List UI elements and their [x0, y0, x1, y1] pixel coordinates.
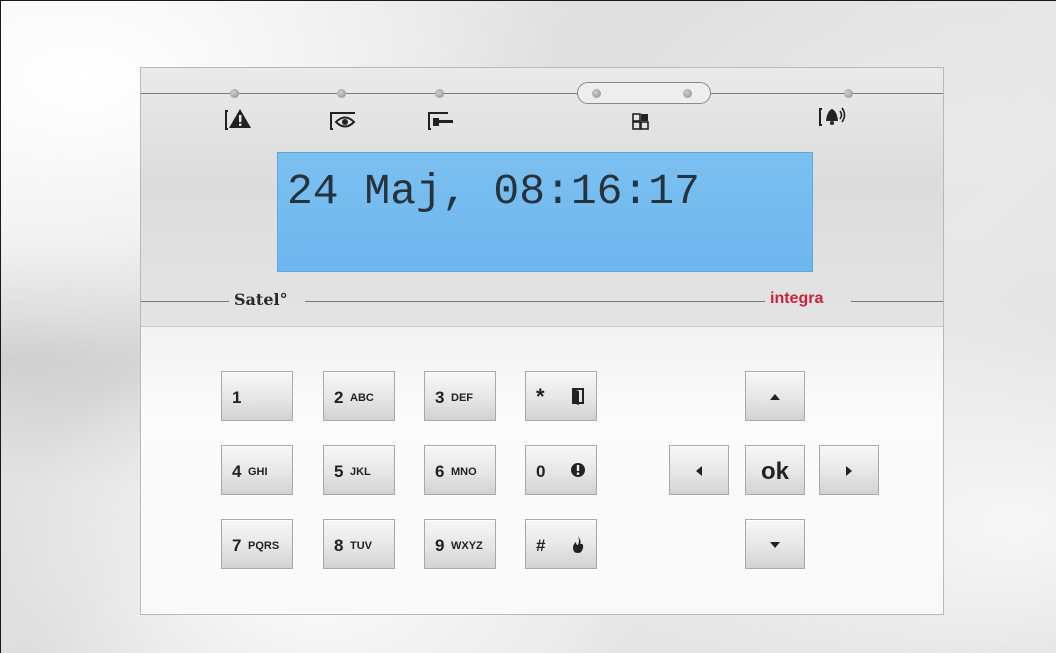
arrow-left-button[interactable]: [669, 445, 729, 495]
key-star-symbol: *: [536, 384, 545, 409]
trouble-led: [844, 89, 853, 98]
arrow-down-button[interactable]: [745, 519, 805, 569]
lcd-text: 24 Maj, 08:16:17: [287, 167, 700, 216]
fire-icon: [573, 536, 584, 553]
background: 24 Maj, 08:16:17 Satel° integra 1 2 ABC …: [0, 0, 1056, 653]
key-1[interactable]: 1: [221, 371, 293, 421]
ok-label: ok: [760, 458, 789, 485]
key-7[interactable]: 7 PQRS: [221, 519, 293, 569]
brand-rail-middle: [305, 301, 765, 302]
key-3-letters: DEF: [451, 392, 473, 404]
indicator-rail-right: [711, 93, 943, 94]
partition-led-2: [683, 89, 692, 98]
alarm-led: [230, 89, 239, 98]
key-3[interactable]: 3 DEF: [424, 371, 496, 421]
key-8[interactable]: 8 TUV: [323, 519, 395, 569]
lcd-display: 24 Maj, 08:16:17: [277, 152, 813, 272]
alert-exclamation-icon: [571, 463, 585, 477]
key-5[interactable]: 5 JKL: [323, 445, 395, 495]
brand-rail-left: [141, 301, 229, 302]
keypad-device: 24 Maj, 08:16:17 Satel° integra 1 2 ABC …: [140, 67, 944, 615]
key-0-digit: 0: [536, 462, 546, 481]
key-8-digit: 8: [334, 536, 344, 555]
key-8-letters: TUV: [350, 540, 372, 552]
partition-led-1: [592, 89, 601, 98]
key-5-digit: 5: [334, 462, 344, 481]
trouble-bell-icon: [819, 107, 846, 126]
arrow-left-icon: [696, 466, 702, 476]
indicator-rail-left: [141, 93, 577, 94]
key-hash[interactable]: #: [525, 519, 597, 569]
key-6[interactable]: 6 MNO: [424, 445, 496, 495]
key-6-letters: MNO: [451, 466, 477, 478]
arrow-up-button[interactable]: [745, 371, 805, 421]
arm-door-icon: [572, 388, 584, 405]
partitions-icon: [632, 113, 649, 130]
key-7-digit: 7: [232, 536, 242, 555]
key-6-digit: 6: [435, 462, 445, 481]
key-7-letters: PQRS: [248, 540, 280, 552]
key-2[interactable]: 2 ABC: [323, 371, 395, 421]
key-4-digit: 4: [232, 462, 242, 481]
key-star[interactable]: *: [525, 371, 597, 421]
monitoring-led: [337, 89, 346, 98]
key-1-digit: 1: [232, 388, 242, 407]
arrow-right-button[interactable]: [819, 445, 879, 495]
brand-rail-right: [851, 301, 943, 302]
keyboard-panel: 1 2 ABC 3 DEF * 4 GHI 5 JKL 6 MNO 0 7 PQ…: [141, 327, 943, 614]
key-9[interactable]: 9 WXYZ: [424, 519, 496, 569]
key-9-letters: WXYZ: [451, 540, 483, 552]
integra-logo: integra: [770, 290, 824, 307]
ok-button[interactable]: ok: [745, 445, 805, 495]
key-9-digit: 9: [435, 536, 445, 555]
key-4-letters: GHI: [248, 466, 268, 478]
service-led: [435, 89, 444, 98]
satel-logo: Satel°: [234, 290, 288, 309]
key-0[interactable]: 0: [525, 445, 597, 495]
key-hash-symbol: #: [536, 536, 546, 555]
arrow-up-icon: [770, 394, 780, 400]
key-2-digit: 2: [334, 388, 344, 407]
arrow-down-icon: [770, 542, 780, 548]
service-key-icon: [428, 112, 453, 130]
key-4[interactable]: 4 GHI: [221, 445, 293, 495]
key-2-letters: ABC: [350, 392, 374, 404]
key-5-letters: JKL: [350, 466, 371, 478]
monitoring-eye-icon: [330, 112, 356, 130]
display-panel: 24 Maj, 08:16:17 Satel° integra: [141, 68, 943, 327]
alarm-icon: [225, 109, 251, 130]
key-3-digit: 3: [435, 388, 445, 407]
arrow-right-icon: [846, 466, 852, 476]
